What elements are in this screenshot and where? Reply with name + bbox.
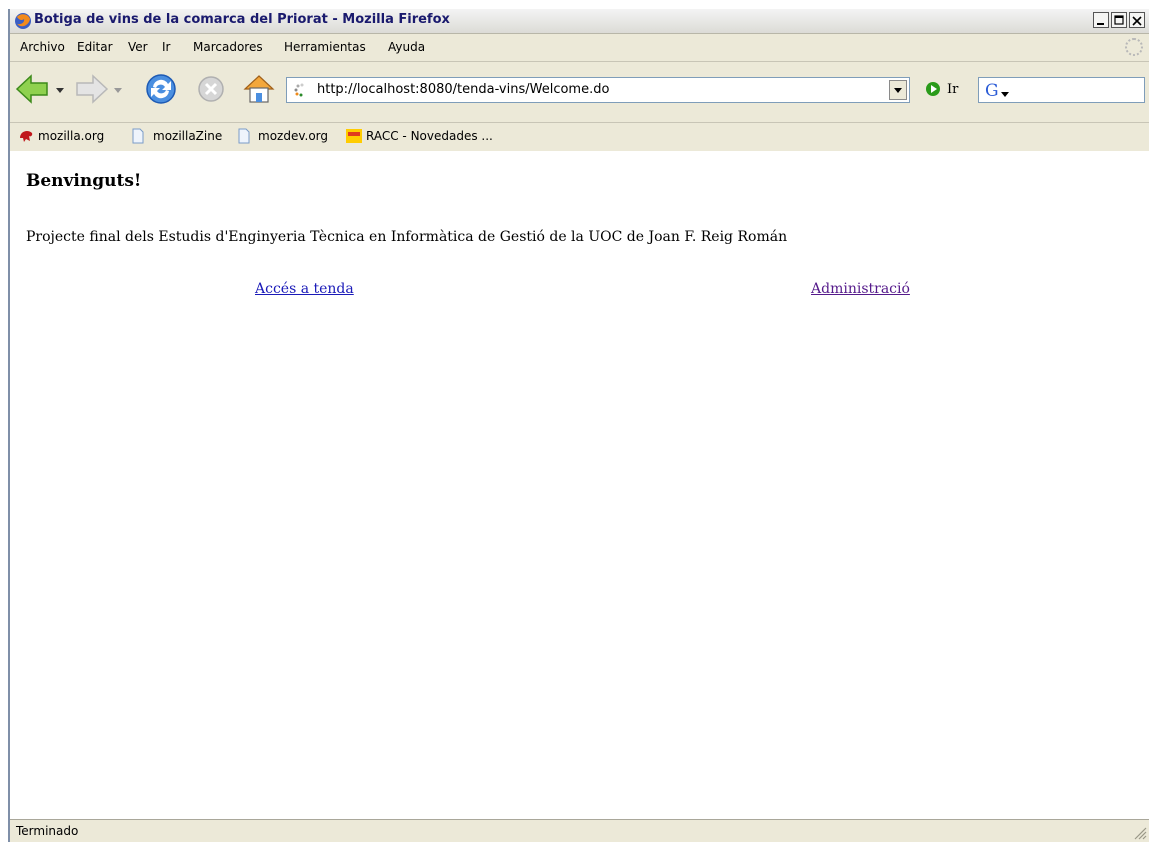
page-heading: Benvinguts!: [26, 171, 142, 191]
page-content: Benvinguts! Projecte final dels Estudis …: [10, 151, 1149, 820]
menu-archivo[interactable]: Archivo: [20, 40, 65, 54]
minimize-button[interactable]: [1093, 12, 1109, 28]
google-search-icon[interactable]: G: [983, 80, 1011, 100]
title-bar[interactable]: Botiga de vins de la comarca del Priorat…: [10, 9, 1149, 34]
go-label: Ir: [947, 82, 959, 97]
menu-bar: Archivo Editar Ver Ir Marcadores Herrami…: [10, 34, 1149, 60]
minimize-icon: [1097, 23, 1104, 25]
firefox-logo-icon: [15, 13, 31, 29]
status-bar: Terminado: [10, 819, 1149, 842]
activity-throbber-icon: [1125, 38, 1143, 56]
shop-access-link[interactable]: Accés a tenda: [255, 281, 354, 297]
chevron-down-icon: [894, 88, 902, 93]
forward-dropdown-icon[interactable]: [114, 88, 122, 94]
navigation-toolbar: http://localhost:8080/tenda-vins/Welcome…: [10, 61, 1149, 122]
menu-ayuda[interactable]: Ayuda: [388, 40, 425, 54]
bookmark-mozillazine[interactable]: mozillaZine: [153, 129, 222, 143]
menu-marcadores[interactable]: Marcadores: [193, 40, 263, 54]
close-button[interactable]: [1129, 12, 1145, 28]
page-icon: [132, 128, 144, 144]
resize-grip-icon[interactable]: [1133, 826, 1147, 840]
go-button[interactable]: Ir: [922, 79, 972, 101]
menu-herramientas[interactable]: Herramientas: [284, 40, 366, 54]
forward-button[interactable]: [72, 70, 110, 108]
back-dropdown-icon[interactable]: [56, 88, 64, 94]
maximize-icon: [1114, 15, 1124, 25]
browser-window: Botiga de vins de la comarca del Priorat…: [8, 9, 1149, 842]
search-input[interactable]: G: [978, 77, 1145, 103]
page-icon: [238, 128, 250, 144]
reload-icon: [146, 74, 176, 104]
forward-arrow-icon: [76, 74, 109, 104]
home-icon: [243, 75, 275, 103]
go-icon: [926, 82, 940, 96]
stop-icon: [198, 76, 224, 102]
menu-ver[interactable]: Ver: [128, 40, 148, 54]
administration-link[interactable]: Administració: [811, 281, 910, 297]
home-button[interactable]: [240, 70, 278, 108]
back-arrow-icon: [15, 74, 48, 104]
bookmark-mozdev-org[interactable]: mozdev.org: [258, 129, 328, 143]
menu-editar[interactable]: Editar: [77, 40, 113, 54]
status-text: Terminado: [16, 824, 79, 838]
racc-icon: [346, 129, 362, 143]
bookmarks-toolbar: mozilla.org mozillaZine mozdev.org RACC …: [10, 122, 1149, 152]
page-loading-icon: [294, 83, 304, 97]
back-button[interactable]: [14, 70, 52, 108]
intro-text: Projecte final dels Estudis d'Enginyeria…: [26, 229, 788, 245]
reload-button[interactable]: [142, 70, 180, 108]
url-history-dropdown[interactable]: [889, 80, 907, 100]
svg-text:G: G: [985, 81, 999, 100]
url-text[interactable]: http://localhost:8080/tenda-vins/Welcome…: [317, 82, 609, 97]
bookmark-racc-novedades[interactable]: RACC - Novedades ...: [366, 129, 493, 143]
menu-ir[interactable]: Ir: [162, 40, 170, 54]
window-title: Botiga de vins de la comarca del Priorat…: [34, 12, 450, 27]
maximize-button[interactable]: [1111, 12, 1127, 28]
url-bar[interactable]: http://localhost:8080/tenda-vins/Welcome…: [286, 77, 910, 103]
stop-button[interactable]: [192, 70, 230, 108]
bookmark-mozilla-org[interactable]: mozilla.org: [38, 129, 104, 143]
mozilla-icon: [20, 130, 33, 142]
close-icon: [1132, 16, 1142, 26]
